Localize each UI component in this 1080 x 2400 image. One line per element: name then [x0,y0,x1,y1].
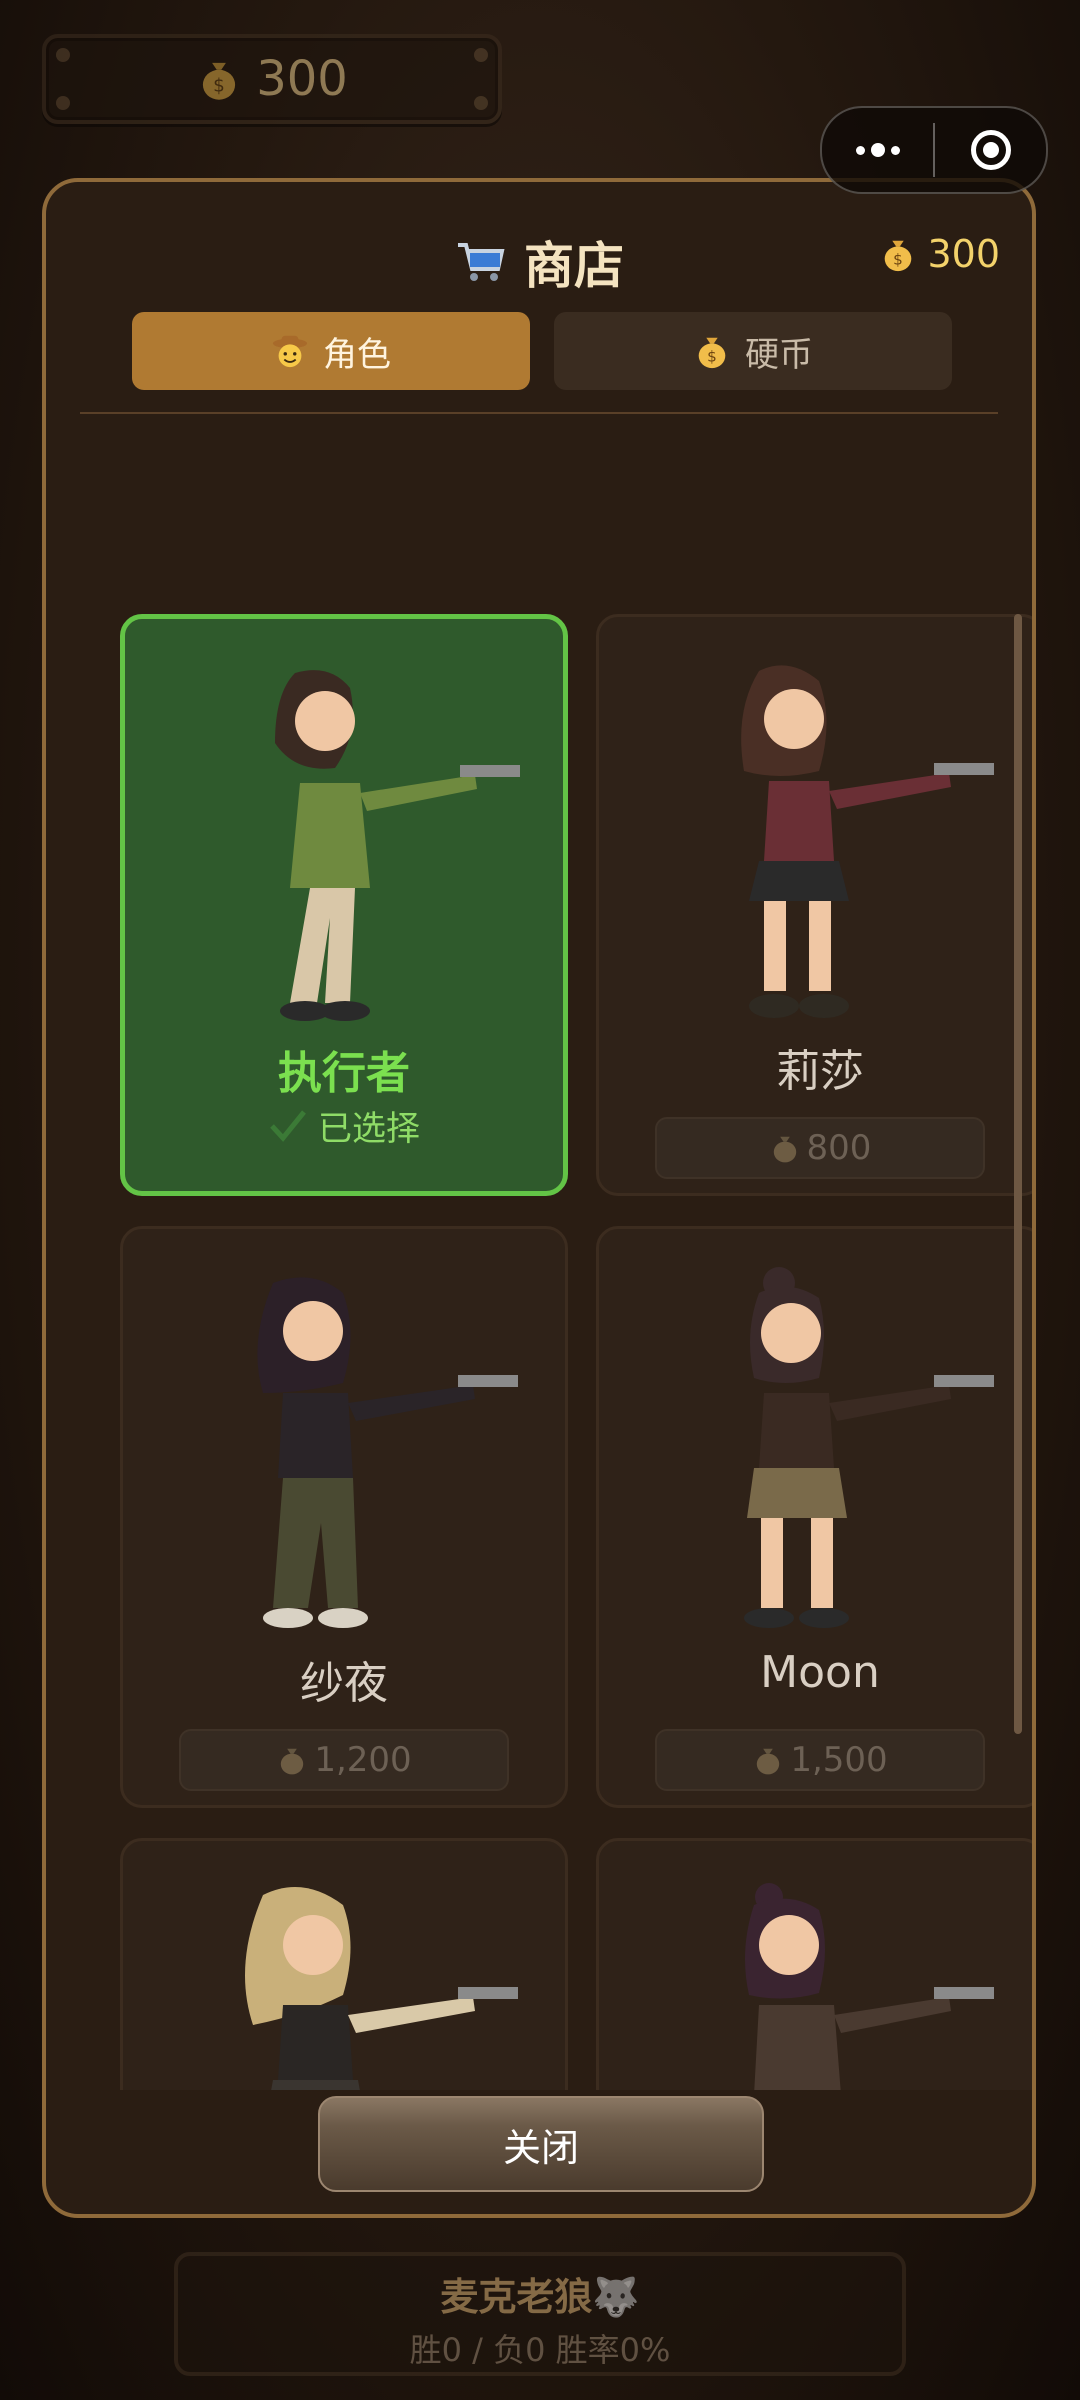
more-dots-icon [855,143,900,157]
hud-coin-display: $ 300 [42,34,502,124]
character-name: 执行者 [278,1048,410,1099]
shop-balance: $ 300 [879,232,1000,276]
character-card[interactable] [596,1838,1032,2090]
target-icon [970,130,1011,170]
character-grid[interactable]: 执行者 已选择 莉莎 800 纱夜 1,200 Moon 1,500 [76,434,1032,2090]
rivet [474,48,488,62]
tab-coins-label: 硬币 [745,334,813,375]
money-bag-icon [757,1748,780,1775]
checkmark-icon [270,1109,306,1142]
character-card[interactable] [120,1838,568,2090]
money-bag-icon [773,1136,796,1163]
character-card[interactable]: 执行者 已选择 [120,614,568,1196]
character-name: 莉莎 [776,1046,864,1097]
character-portrait [744,1267,994,1628]
exit-miniprogram-button[interactable] [935,108,1046,192]
header-divider [80,412,998,414]
character-portrait [275,670,520,1021]
price-button[interactable]: 1,200 [179,1729,509,1791]
money-bag-icon: $ [885,240,912,272]
shop-balance-amount: 300 [927,232,1000,276]
price-button[interactable]: 1,500 [655,1729,985,1791]
close-button[interactable]: 关闭 [318,2096,764,2192]
tab-characters-label: 角色 [323,334,391,375]
rivet [56,96,70,110]
character-portrait [257,1277,518,1628]
character-card[interactable]: 纱夜 1,200 [120,1226,568,1808]
tab-characters[interactable]: 角色 [132,312,530,390]
miniprogram-capsule [820,106,1048,194]
character-name: 纱夜 [300,1658,388,1709]
svg-text:$: $ [213,76,225,97]
money-bag-icon: $ [203,62,236,100]
hud-coin-amount: 300 [256,51,348,107]
character-portrait [741,665,994,1018]
svg-text:$: $ [894,250,904,268]
price-button[interactable]: 800 [655,1117,985,1179]
character-portrait [245,1887,518,2090]
rivet [56,48,70,62]
player-info-panel: 麦克老狼🐺 胜0 / 负0 胜率0% [174,2252,906,2376]
player-name: 麦克老狼🐺 [440,2275,640,2319]
shop-modal: 商店 $ 300 角色 $ 硬币 执行者 已选择 莉莎 800 纱夜 1,200… [42,178,1036,2218]
svg-text:$: $ [707,347,717,365]
money-bag-icon: $ [698,337,726,369]
shop-title: 商店 [524,237,624,295]
price-amount: 1,200 [314,1740,412,1780]
scrollbar-thumb[interactable] [1014,614,1022,1734]
character-portrait [745,1883,994,2090]
price-amount: 800 [806,1128,872,1168]
player-stats: 胜0 / 负0 胜率0% [409,2331,671,2369]
money-bag-icon [281,1748,304,1775]
character-card[interactable]: Moon 1,500 [596,1226,1032,1808]
character-name: Moon [760,1647,880,1698]
price-amount: 1,500 [790,1740,888,1780]
grid-scrollbar[interactable] [1014,614,1022,1734]
character-card[interactable]: 莉莎 800 [596,614,1032,1196]
cowboy-face-icon [272,335,308,368]
tab-coins[interactable]: $ 硬币 [554,312,952,390]
selected-label: 已选择 [318,1109,420,1149]
rivet [474,96,488,110]
more-button[interactable] [822,108,933,192]
shop-tabs: 角色 $ 硬币 [132,312,952,390]
shopping-cart-icon [458,243,505,281]
selected-status: 已选择 [125,1101,563,1150]
